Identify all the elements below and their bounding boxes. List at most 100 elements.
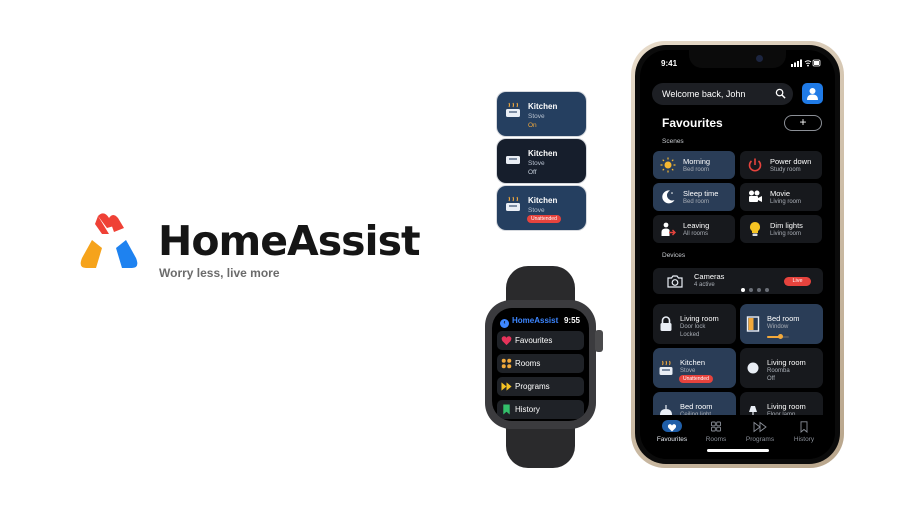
- stove-icon: [506, 102, 520, 117]
- tab-rooms[interactable]: Rooms: [694, 418, 738, 448]
- scene-leaving[interactable]: Leaving All rooms: [653, 215, 735, 243]
- welcome-text: Welcome back, John: [662, 89, 746, 99]
- tab-history[interactable]: History: [782, 418, 826, 448]
- device-window[interactable]: Bed room Window: [740, 304, 823, 344]
- tab-icon-pill: [706, 420, 726, 432]
- scene-morning[interactable]: Morning Bed room: [653, 151, 735, 179]
- moon-icon: [662, 190, 675, 204]
- watch-item-label: History: [515, 405, 540, 414]
- tab-programs[interactable]: Programs: [738, 418, 782, 448]
- search-icon[interactable]: [775, 88, 786, 99]
- device-type: Roomba: [767, 368, 790, 374]
- home-indicator[interactable]: [707, 449, 769, 452]
- scene-room: Living room: [770, 199, 802, 205]
- home-triangle-logo: [80, 213, 138, 268]
- lightbulb-icon: [750, 222, 760, 236]
- stove-widget-on[interactable]: Kitchen Stove On: [497, 92, 586, 136]
- heart-icon: [667, 424, 677, 432]
- watch-time: 9:55: [563, 316, 580, 325]
- unattended-badge: Unattended: [679, 375, 713, 383]
- brand-name: HomeAssist: [158, 217, 421, 265]
- device-door-lock[interactable]: Living room Door lock Locked: [653, 304, 736, 344]
- add-favourite-button[interactable]: +: [784, 115, 822, 131]
- tab-label: Favourites: [656, 436, 688, 443]
- camera-page-dots[interactable]: [741, 279, 773, 297]
- stove-icon: [506, 156, 520, 164]
- window-slider-knob[interactable]: [777, 334, 783, 339]
- scene-room: Bed room: [683, 199, 710, 205]
- watch-item-favourites[interactable]: Favourites: [497, 331, 584, 350]
- window-icon: [746, 316, 760, 332]
- welcome-search-bar[interactable]: Welcome back, John: [652, 83, 793, 105]
- widget-room: Kitchen: [528, 102, 558, 111]
- stove-widget-off[interactable]: Kitchen Stove Off: [497, 139, 586, 183]
- scenes-section-label: Scenes: [662, 138, 684, 145]
- scene-room: Living room: [770, 231, 802, 237]
- device-room: Bed room: [767, 314, 800, 323]
- front-camera: [756, 55, 763, 62]
- scene-room: Study room: [770, 167, 801, 173]
- scene-dim-lights[interactable]: Dim lights Living room: [740, 215, 822, 243]
- device-type: Window: [767, 324, 789, 330]
- tab-label: Programs: [745, 436, 775, 443]
- grid-icon: [711, 421, 721, 432]
- tab-label: History: [793, 436, 815, 443]
- widget-room: Kitchen: [528, 149, 558, 158]
- watch-app-title-label: HomeAssist: [512, 316, 559, 325]
- fast-forward-icon: [501, 382, 512, 391]
- movie-camera-icon: [749, 190, 762, 202]
- watch-item-rooms[interactable]: Rooms: [497, 354, 584, 373]
- heart-icon: [501, 336, 512, 346]
- brand-tagline: Worry less, live more: [159, 266, 280, 280]
- watch-item-label: Favourites: [515, 336, 553, 345]
- scene-power-down[interactable]: Power down Study room: [740, 151, 822, 179]
- cameras-tile[interactable]: Cameras 4 active Live: [653, 268, 823, 294]
- lock-icon: [660, 316, 672, 331]
- grid-icon: [501, 358, 512, 369]
- widget-room: Kitchen: [528, 196, 558, 205]
- watch-item-programs[interactable]: Programs: [497, 377, 584, 396]
- avatar[interactable]: [802, 83, 823, 104]
- camera-icon: [667, 275, 683, 288]
- scene-room: All rooms: [683, 231, 709, 237]
- stove-widget-unattended[interactable]: Kitchen Stove Unattended: [497, 186, 586, 230]
- tab-icon-pill: [794, 420, 814, 433]
- scene-name: Power down: [770, 157, 812, 166]
- watch-app-title[interactable]: ‹ HomeAssist: [500, 316, 558, 328]
- bookmark-icon: [503, 404, 510, 415]
- device-state: Locked: [680, 332, 700, 338]
- leaving-icon: [661, 222, 676, 236]
- scene-room: Bed room: [683, 167, 710, 173]
- device-room: Kitchen: [680, 358, 706, 367]
- widget-status: On: [528, 122, 537, 129]
- cameras-count: 4 active: [694, 282, 715, 288]
- power-icon: [748, 158, 762, 172]
- scene-name: Movie: [770, 189, 791, 198]
- roomba-icon: [747, 362, 759, 374]
- scene-name: Leaving: [683, 221, 710, 230]
- back-chevron-icon[interactable]: ‹: [500, 319, 509, 328]
- watch-crown[interactable]: [595, 330, 603, 352]
- stove-icon: [659, 360, 673, 375]
- widget-device: Stove: [528, 160, 545, 167]
- scene-name: Dim lights: [770, 221, 803, 230]
- device-roomba[interactable]: Living room Roomba Off: [740, 348, 823, 388]
- device-room: Living room: [767, 402, 806, 411]
- status-icons: [791, 59, 821, 67]
- device-stove[interactable]: Kitchen Stove Unattended: [653, 348, 736, 388]
- watch-item-label: Programs: [515, 382, 550, 391]
- scene-movie[interactable]: Movie Living room: [740, 183, 822, 211]
- scene-sleep-time[interactable]: Sleep time Bed room: [653, 183, 735, 211]
- watch-item-history[interactable]: History: [497, 400, 584, 419]
- phone-notch: [689, 50, 786, 68]
- tab-favourites[interactable]: Favourites: [650, 418, 694, 448]
- device-room: Living room: [680, 314, 719, 323]
- status-time: 9:41: [661, 59, 678, 68]
- user-icon: [807, 88, 818, 100]
- widget-device: Stove: [528, 113, 545, 120]
- live-badge: Live: [784, 277, 811, 286]
- window-slider[interactable]: [767, 334, 789, 339]
- device-room: Living room: [767, 358, 806, 367]
- device-type: Door lock: [680, 324, 706, 330]
- device-room: Bed room: [680, 402, 713, 411]
